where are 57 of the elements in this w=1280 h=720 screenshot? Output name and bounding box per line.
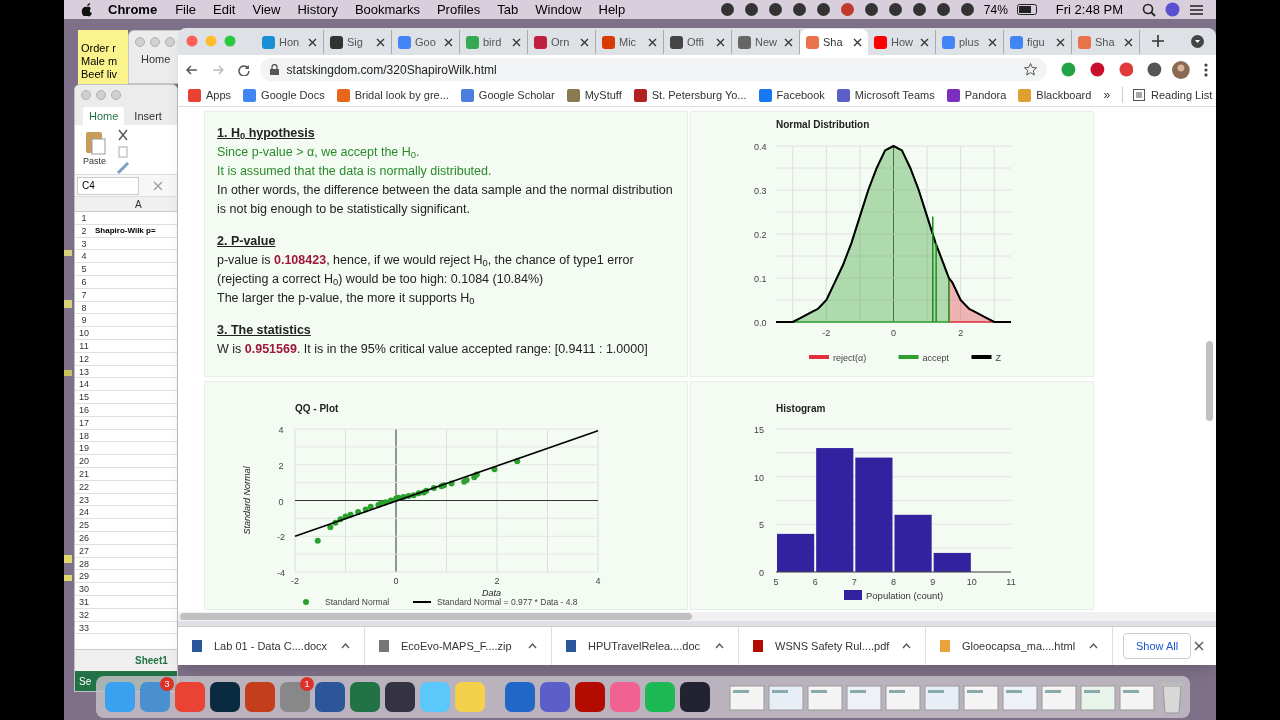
table-cell-text: Shapiro-Wilk p= xyxy=(94,224,157,237)
paragraph: W is 0.951569. It is in the 95% critical value accepted range: [0.9411 : 1.0000] xyxy=(217,341,649,358)
axis-label: 8 xyxy=(891,577,896,587)
axis-label: 0 xyxy=(278,496,284,507)
axis-label: 9 xyxy=(930,577,936,587)
legend-label: accept xyxy=(922,353,950,363)
axis-label: 5 xyxy=(759,520,764,531)
note-line: Male m xyxy=(81,55,119,68)
axis-label: 0.4 xyxy=(754,142,767,152)
axis-label: -2 xyxy=(822,328,831,338)
axis-label: 10 xyxy=(966,577,977,587)
axis-label: 0.1 xyxy=(754,274,767,284)
notification-badge: 1 xyxy=(300,677,314,691)
paragraph: p-value is 0.108423, hence, if we would reject H$_{0}$, the chance of type1 error (rejecting a correct H$_{0}$) would be too high: 0.1084 (10.84%) xyxy=(217,252,635,289)
battery-percentage: 74% xyxy=(983,1,1008,19)
axis-label: -2 xyxy=(291,576,299,586)
legend-label: Standard Normal xyxy=(325,597,390,607)
axis-label: 6 xyxy=(812,577,818,587)
axis-title: Standard Normal xyxy=(242,466,252,535)
notification-badge: 3 xyxy=(160,677,174,691)
paragraph: Since p-value > α, we accept the H$_{0}$. xyxy=(217,144,421,162)
note-line: Beef liv xyxy=(81,68,119,81)
axis-title: Data xyxy=(482,588,501,598)
chart-title: Histogram xyxy=(776,403,826,414)
axis-label: -2 xyxy=(277,532,285,543)
status-text: Se xyxy=(79,674,92,689)
legend-label: Standard Normal = 0.977 * Data - 4.8 xyxy=(437,597,578,607)
section-heading: 3. The statistics xyxy=(217,322,312,339)
paragraph: In other words, the difference between the data sample and the normal distribution is not big enough to be statistically significant. xyxy=(217,182,674,218)
axis-label: 0.0 xyxy=(754,318,767,328)
axis-label: 0 xyxy=(393,576,399,586)
axis-label: 0.3 xyxy=(754,186,767,196)
axis-label: 5 xyxy=(773,577,779,587)
note-line: Order r xyxy=(81,42,117,55)
legend-label: Z xyxy=(995,353,1001,363)
chart-title: Normal Distribution xyxy=(776,119,870,130)
section-heading: 2. P-value xyxy=(217,233,277,250)
axis-label: 15 xyxy=(754,425,764,435)
axis-label: -4 xyxy=(277,568,285,578)
axis-label: 0 xyxy=(759,568,764,578)
paragraph: The larger the p-value, the more it supports H$_{0}$ xyxy=(217,290,476,308)
axis-label: 11 xyxy=(1006,577,1016,587)
axis-label: 7 xyxy=(851,577,857,587)
axis-label: 0.2 xyxy=(754,230,767,240)
axis-label: 2 xyxy=(278,460,284,471)
axis-label: 4 xyxy=(595,576,601,586)
axis-label: 2 xyxy=(494,576,500,586)
axis-label: 10 xyxy=(754,472,764,483)
axis-label: 0 xyxy=(891,328,896,338)
axis-label: 4 xyxy=(278,425,284,435)
section-heading: 1. H$_{0}$ hypothesis xyxy=(217,125,316,143)
url-text: statskingdom.com/320ShapiroWilk.html xyxy=(286,61,497,79)
legend-label: reject(α) xyxy=(833,353,867,363)
paragraph: It is assumed that the data is normally distributed. xyxy=(217,163,493,180)
axis-label: 2 xyxy=(958,328,964,338)
chart-title: QQ - Plot xyxy=(295,403,339,414)
legend-label: Population (count) xyxy=(866,590,944,601)
